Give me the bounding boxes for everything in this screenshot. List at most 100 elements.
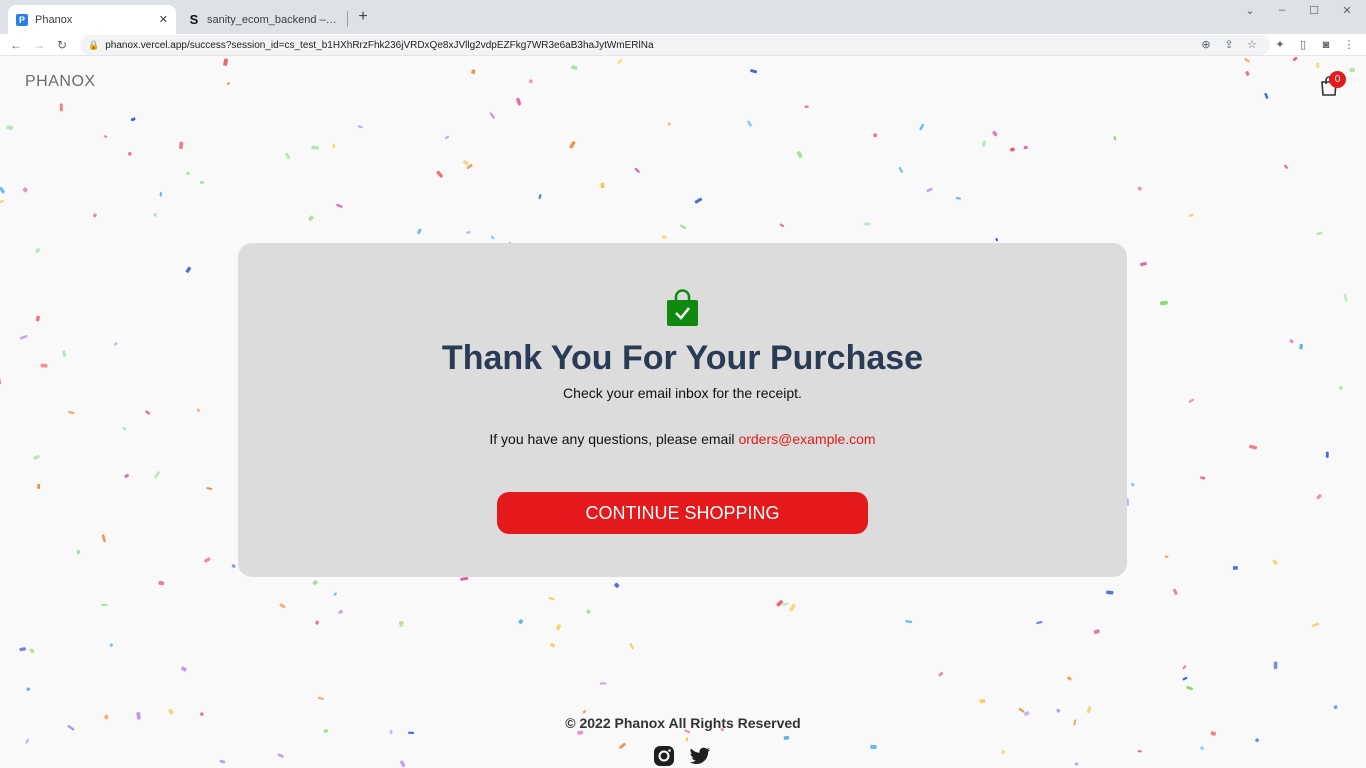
instagram-icon[interactable] bbox=[653, 745, 675, 767]
confetti-piece bbox=[804, 105, 809, 109]
sanity-favicon-icon: S bbox=[189, 12, 199, 27]
confetti-piece bbox=[308, 215, 314, 221]
confetti-piece bbox=[1001, 750, 1006, 755]
confetti-piece bbox=[661, 235, 667, 239]
confetti-piece bbox=[1036, 620, 1043, 625]
lock-icon: 🔒 bbox=[88, 39, 100, 50]
confetti-piece bbox=[1172, 588, 1178, 595]
new-tab-icon[interactable]: + bbox=[354, 8, 372, 26]
confetti-piece bbox=[789, 603, 796, 612]
confetti-piece bbox=[200, 181, 205, 184]
confetti-piece bbox=[614, 582, 620, 588]
footer-copyright: © 2022 Phanox All Rights Reserved bbox=[565, 715, 801, 731]
confetti-piece bbox=[33, 454, 40, 460]
menu-icon[interactable]: ⋮ bbox=[1341, 37, 1357, 53]
confetti-piece bbox=[226, 82, 231, 85]
confetti-piece bbox=[408, 731, 415, 735]
minimize-icon[interactable]: – bbox=[1272, 4, 1292, 20]
bookmark-star-icon[interactable]: ☆ bbox=[1244, 37, 1260, 53]
window-close-icon[interactable]: ✕ bbox=[1337, 4, 1357, 20]
confetti-piece bbox=[919, 124, 925, 131]
confetti-piece bbox=[796, 151, 803, 159]
confetti-piece bbox=[1273, 661, 1278, 669]
confetti-piece bbox=[538, 194, 542, 200]
reload-icon[interactable]: ↻ bbox=[54, 36, 70, 54]
close-tab-icon[interactable]: ✕ bbox=[159, 13, 168, 26]
confetti-piece bbox=[1106, 590, 1114, 595]
confetti-piece bbox=[783, 735, 790, 740]
confetti-piece bbox=[186, 171, 190, 176]
confetti-piece bbox=[122, 426, 127, 431]
confetti-piece bbox=[1232, 565, 1238, 570]
confetti-piece bbox=[168, 708, 174, 715]
confetti-piece bbox=[68, 410, 75, 415]
back-icon[interactable]: ← bbox=[8, 36, 24, 54]
confetti-piece bbox=[955, 197, 962, 200]
confetti-piece bbox=[285, 152, 291, 160]
confetti-piece bbox=[1255, 738, 1260, 743]
confetti-piece bbox=[1186, 685, 1194, 691]
confetti-piece bbox=[159, 192, 162, 197]
confetti-piece bbox=[995, 237, 999, 242]
confetti-piece bbox=[776, 599, 784, 607]
url-text: phanox.vercel.app/success?session_id=cs_… bbox=[105, 39, 654, 51]
brand-logo[interactable]: PHANOX bbox=[25, 73, 96, 91]
extensions-icon[interactable]: ✦ bbox=[1272, 37, 1288, 53]
confetti-piece bbox=[1086, 706, 1092, 714]
page-content: PHANOX 0 Thank You For Your Purchase Che… bbox=[0, 57, 1366, 768]
confetti-piece bbox=[399, 620, 404, 628]
confetti-piece bbox=[1210, 731, 1217, 736]
confetti-piece bbox=[332, 143, 336, 149]
confetti-piece bbox=[22, 187, 28, 193]
confetti-piece bbox=[311, 145, 320, 150]
confetti-piece bbox=[29, 648, 35, 654]
confetti-piece bbox=[25, 738, 30, 744]
confetti-piece bbox=[863, 222, 871, 226]
confetti-piece bbox=[179, 141, 184, 149]
confetti-piece bbox=[124, 473, 130, 478]
share-icon[interactable]: ⇪ bbox=[1221, 37, 1237, 53]
confetti-piece bbox=[1093, 629, 1100, 635]
confetti-piece bbox=[317, 696, 324, 701]
confetti-piece bbox=[101, 603, 108, 606]
twitter-icon[interactable] bbox=[689, 745, 711, 767]
confetti-piece bbox=[1200, 476, 1206, 480]
confetti-piece bbox=[685, 737, 689, 742]
confetti-piece bbox=[466, 163, 473, 170]
confetti-piece bbox=[109, 643, 113, 647]
confetti-piece bbox=[586, 609, 591, 614]
tab-search-icon[interactable]: ⌄ bbox=[1240, 4, 1260, 20]
forward-icon[interactable]: → bbox=[31, 36, 47, 54]
confetti-piece bbox=[1333, 705, 1338, 710]
profile-icon[interactable]: ◙ bbox=[1318, 37, 1334, 53]
maximize-icon[interactable]: ☐ bbox=[1304, 4, 1324, 20]
confetti-piece bbox=[399, 760, 406, 768]
confetti-piece bbox=[1316, 231, 1323, 236]
email-link[interactable]: orders@example.com bbox=[738, 431, 875, 447]
confetti-piece bbox=[158, 580, 165, 586]
confetti-piece bbox=[436, 170, 443, 178]
confetti-piece bbox=[516, 97, 522, 106]
tab-phanox[interactable]: P Phanox ✕ bbox=[8, 5, 176, 34]
confetti-piece bbox=[113, 342, 118, 346]
continue-shopping-button[interactable]: CONTINUE SHOPPING bbox=[497, 492, 868, 534]
browser-tab-bar: P Phanox ✕ S sanity_ecom_backend – Sanit… bbox=[0, 0, 1366, 34]
tab-sanity[interactable]: S sanity_ecom_backend – Sanity bbox=[180, 5, 346, 34]
tab-title: sanity_ecom_backend – Sanity bbox=[207, 13, 338, 26]
confetti-piece bbox=[312, 580, 318, 586]
confetti-piece bbox=[219, 759, 226, 764]
confetti-piece bbox=[634, 167, 640, 173]
side-panel-icon[interactable]: ▯ bbox=[1295, 37, 1311, 53]
confetti-piece bbox=[571, 65, 578, 70]
confetti-piece bbox=[981, 140, 987, 147]
confetti-piece bbox=[180, 666, 187, 672]
shopping-bag-check-icon bbox=[667, 289, 698, 326]
confetti-piece bbox=[130, 117, 136, 122]
tab-title: Phanox bbox=[35, 13, 73, 26]
confetti-piece bbox=[153, 471, 161, 479]
confetti-piece bbox=[204, 557, 211, 563]
url-field[interactable]: 🔒 phanox.vercel.app/success?session_id=c… bbox=[80, 35, 1270, 55]
page-title: Thank You For Your Purchase bbox=[441, 339, 924, 377]
confetti-piece bbox=[529, 79, 533, 84]
zoom-icon[interactable]: ⊕ bbox=[1198, 37, 1214, 53]
